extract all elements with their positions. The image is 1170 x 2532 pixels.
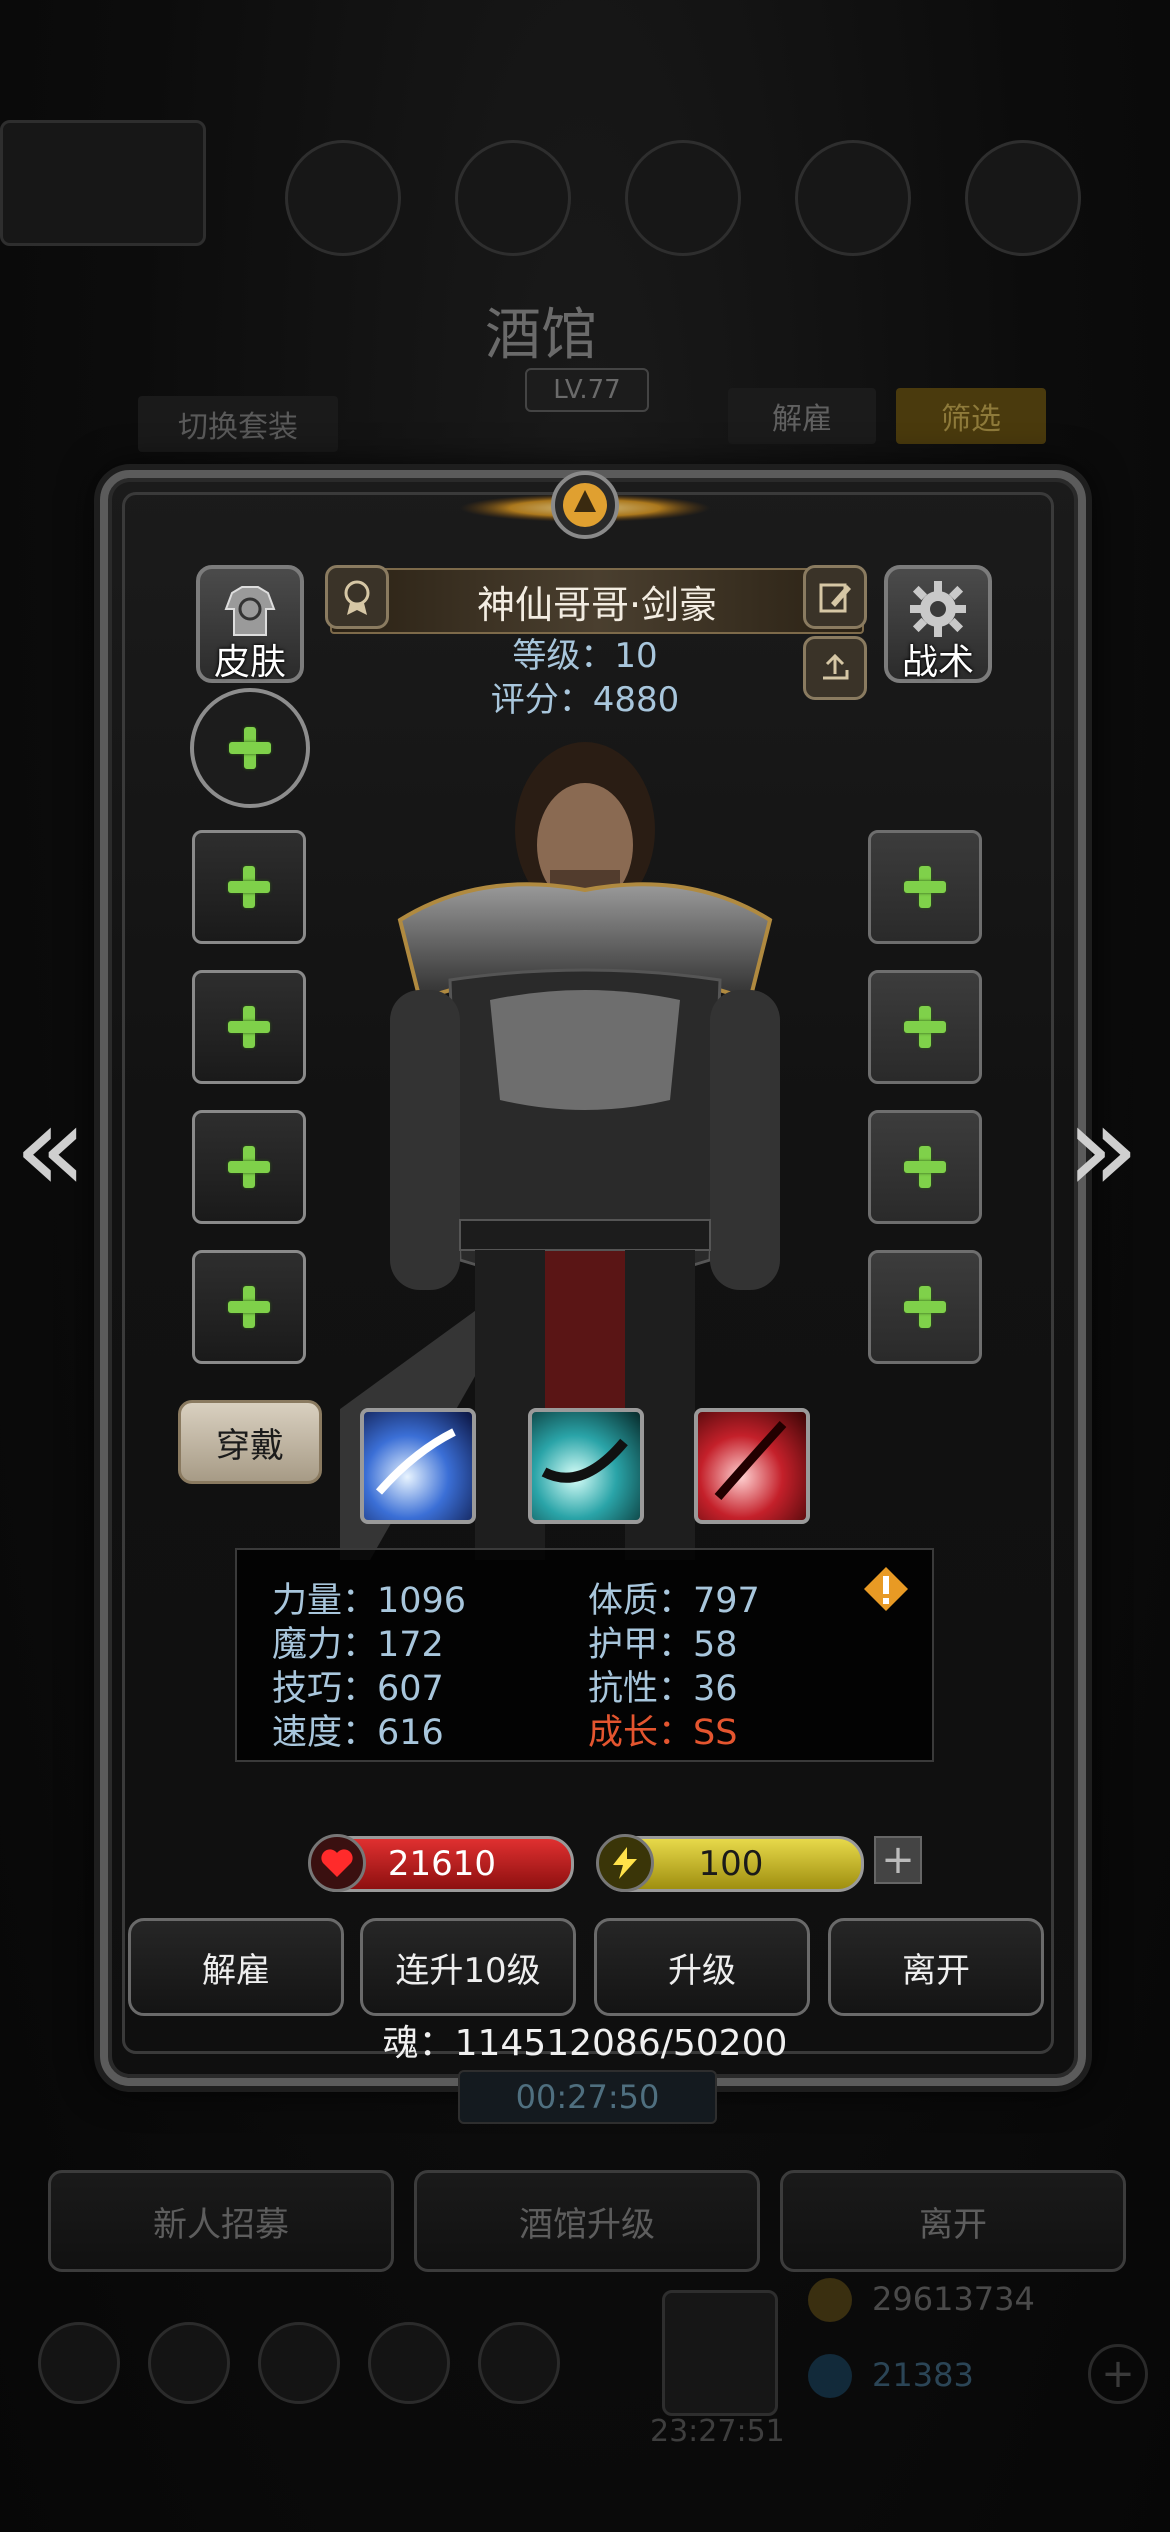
heart-icon (308, 1834, 366, 1892)
gear-icon (910, 581, 966, 637)
add-energy-button[interactable]: + (874, 1836, 922, 1884)
bg-feature-icon (965, 140, 1081, 256)
edit-icon[interactable] (803, 565, 867, 629)
upgrade-button[interactable]: 升级 (594, 1918, 810, 2016)
rune-slot-1[interactable] (868, 1110, 982, 1224)
bg-feature-icon (625, 140, 741, 256)
skin-label: 皮肤 (213, 642, 286, 683)
accessory-slot-1[interactable] (192, 1110, 306, 1224)
filter-button[interactable]: 筛选 (896, 388, 1046, 444)
bg-nav-icon[interactable] (258, 2322, 340, 2404)
arrow-left-icon[interactable]: « (14, 1080, 87, 1219)
bg-nav-icon[interactable] (478, 2322, 560, 2404)
ring-slot[interactable] (868, 830, 982, 944)
share-icon[interactable] (803, 636, 867, 700)
bg-feature-icon (285, 140, 401, 256)
weapon-slot[interactable] (192, 830, 306, 944)
gem-icon (808, 2354, 852, 2398)
skill-icon-teal-slash[interactable] (528, 1408, 644, 1524)
tactics-label: 战术 (901, 642, 974, 683)
soul-counter: 魂：114512086/50200 (382, 2023, 788, 2064)
bg-nav-icon[interactable] (148, 2322, 230, 2404)
tavern-title: 酒馆 (485, 303, 597, 368)
medal-icon[interactable] (325, 565, 389, 629)
gold-icon (808, 2278, 852, 2322)
charm-slot[interactable] (868, 970, 982, 1084)
tavern-level: LV.77 (525, 368, 649, 412)
switch-outfit-button[interactable]: 切换套装 (138, 396, 338, 452)
weapon-slot-round[interactable] (190, 688, 310, 808)
stat-speed: 速度：616 (272, 1713, 444, 1753)
level-up-10-button[interactable]: 连升10级 (360, 1918, 576, 2016)
crest-emblem-icon (460, 471, 710, 539)
bg-nav-icon[interactable] (38, 2322, 120, 2404)
accessory-slot-2[interactable] (192, 1250, 306, 1364)
gold-amount: 29613734 (872, 2280, 1035, 2318)
hero-name-plate: 神仙哥哥·剑豪 (330, 568, 864, 634)
bg-nav-icon[interactable] (368, 2322, 450, 2404)
lightning-icon (596, 1834, 654, 1892)
tactics-button[interactable]: 战术 (884, 565, 992, 683)
bg-add-currency-button[interactable]: + (1088, 2344, 1148, 2404)
bg-chest-icon[interactable] (662, 2290, 778, 2416)
bg-recruit-button[interactable]: 新人招募 (48, 2170, 394, 2272)
bg-feature-icon (795, 140, 911, 256)
armor-slot[interactable] (192, 970, 306, 1084)
bg-upgrade-tavern-button[interactable]: 酒馆升级 (414, 2170, 760, 2272)
stat-growth: 成长：SS (588, 1713, 738, 1753)
bg-dismiss-button[interactable]: 解雇 (728, 388, 876, 444)
bg-leave-button[interactable]: 离开 (780, 2170, 1126, 2272)
gem-amount: 21383 (872, 2356, 974, 2394)
bg-menu-tile (0, 120, 206, 246)
skill-icon-blue-slash[interactable] (360, 1408, 476, 1524)
dismiss-button[interactable]: 解雇 (128, 1918, 344, 2016)
rune-slot-2[interactable] (868, 1250, 982, 1364)
hero-level: 等级：10 (512, 636, 658, 676)
wear-button[interactable]: 穿戴 (178, 1400, 322, 1484)
recruit-timer: 00:27:50 (458, 2070, 717, 2124)
warning-icon[interactable] (862, 1565, 910, 1613)
bg-clock: 23:27:51 (650, 2414, 785, 2449)
arrow-right-icon[interactable]: » (1066, 1080, 1139, 1219)
skin-button[interactable]: 皮肤 (196, 565, 304, 683)
leave-button[interactable]: 离开 (828, 1918, 1044, 2016)
hero-score: 评分：4880 (490, 680, 680, 720)
skill-icon-red-slash[interactable] (694, 1408, 810, 1524)
bg-feature-icon (455, 140, 571, 256)
